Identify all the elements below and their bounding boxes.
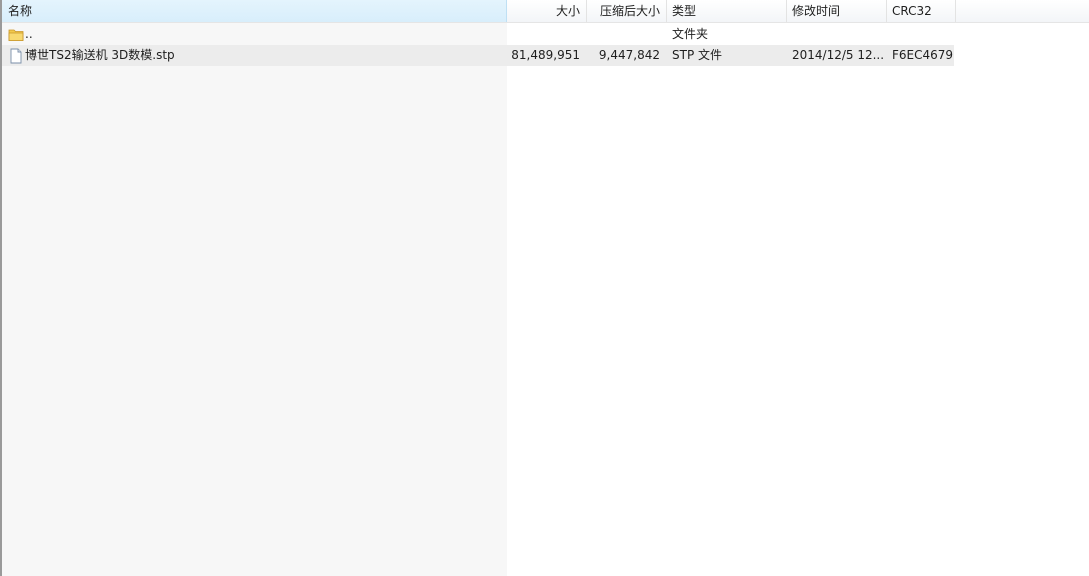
column-header-size-label: 大小: [555, 4, 580, 18]
column-header-crc-label: CRC32: [892, 4, 932, 18]
column-header-bar: 名称 ˆ 大小 压缩后大小 类型 修改时间 CRC32: [2, 0, 1089, 23]
column-header-name-label: 名称: [8, 4, 33, 18]
sort-ascending-icon: ˆ: [248, 0, 253, 5]
file-size: 81,489,951: [511, 48, 580, 62]
column-header-modified-label: 修改时间: [792, 4, 841, 18]
file-packed-size: 9,447,842: [598, 48, 660, 62]
folder-icon: [8, 27, 24, 43]
file-type: 文件夹: [672, 27, 709, 41]
column-header-packed-label: 压缩后大小: [599, 4, 660, 18]
file-name: 博世TS2输送机 3D数模.stp: [25, 48, 175, 62]
column-header-packed-size[interactable]: 压缩后大小: [587, 0, 667, 22]
column-header-modified[interactable]: 修改时间: [787, 0, 887, 22]
document-icon: [8, 48, 24, 64]
window-left-border: [0, 0, 2, 576]
file-modified: 2014/12/5 12...: [792, 48, 885, 62]
file-crc32: F6EC4679: [892, 48, 954, 62]
file-row-parent[interactable]: .. 文件夹: [2, 24, 954, 45]
column-header-crc32[interactable]: CRC32: [887, 0, 956, 22]
column-header-size[interactable]: 大小: [507, 0, 587, 22]
column-header-name[interactable]: 名称 ˆ: [2, 0, 507, 22]
name-column-background: [2, 23, 507, 576]
file-type: STP 文件: [672, 48, 722, 62]
column-header-type-label: 类型: [672, 4, 697, 18]
file-row-stp[interactable]: 博世TS2输送机 3D数模.stp 81,489,951 9,447,842 S…: [2, 45, 954, 66]
column-header-type[interactable]: 类型: [667, 0, 787, 22]
file-name: ..: [25, 27, 33, 41]
archive-file-list: 名称 ˆ 大小 压缩后大小 类型 修改时间 CRC32 .. 文件夹 博世TS2…: [0, 0, 1089, 576]
